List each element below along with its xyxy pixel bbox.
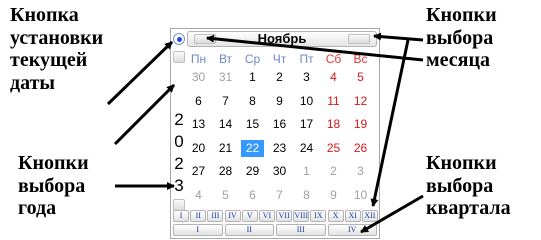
month-button[interactable]: VIII xyxy=(293,210,310,222)
day-cell[interactable]: 25 xyxy=(322,140,345,157)
label-month-buttons: Кнопки выбора месяца xyxy=(426,4,497,71)
day-cell[interactable]: 15 xyxy=(241,116,264,133)
year-strip: 2023 xyxy=(173,51,185,211)
day-cell[interactable]: 4 xyxy=(322,69,345,86)
day-cell[interactable]: 12 xyxy=(349,93,372,110)
day-cell[interactable]: 7 xyxy=(214,93,237,110)
quarter-button[interactable]: I xyxy=(173,224,223,236)
month-button[interactable]: XII xyxy=(361,210,378,222)
day-cell[interactable]: 1 xyxy=(241,69,264,86)
month-button[interactable]: XI xyxy=(344,210,361,222)
label-year-buttons: Кнопки выбора года xyxy=(18,152,89,219)
arrow-to-next-month xyxy=(373,32,424,42)
arrow-to-today-button xyxy=(106,40,174,106)
year-digit: 3 xyxy=(174,176,184,195)
month-button[interactable]: IX xyxy=(310,210,327,222)
weekday-label: Вт xyxy=(218,52,233,66)
day-cell[interactable]: 14 xyxy=(214,116,237,133)
next-month-button[interactable] xyxy=(348,34,370,44)
month-button[interactable]: VII xyxy=(276,210,293,222)
day-cell[interactable]: 19 xyxy=(349,116,372,133)
day-cell[interactable]: 30 xyxy=(268,163,291,180)
day-cell[interactable]: 17 xyxy=(295,116,318,133)
month-button[interactable]: X xyxy=(327,210,344,222)
day-cell[interactable]: 23 xyxy=(268,140,291,157)
quarter-button[interactable]: III xyxy=(276,224,326,236)
month-button[interactable]: III xyxy=(207,210,224,222)
label-today-button: Кнопка установки текущей даты xyxy=(10,4,104,94)
day-cell[interactable]: 5 xyxy=(349,69,372,86)
quarter-button[interactable]: IV xyxy=(327,224,377,236)
weekday-label: Чт xyxy=(272,52,287,66)
day-cell[interactable]: 24 xyxy=(295,140,318,157)
month-button[interactable]: II xyxy=(190,210,207,222)
day-cell[interactable]: 6 xyxy=(241,187,264,204)
arrow-to-prev-year xyxy=(113,83,176,146)
day-cell[interactable]: 8 xyxy=(241,93,264,110)
day-cell[interactable]: 3 xyxy=(295,69,318,86)
day-cell[interactable]: 13 xyxy=(187,116,210,133)
day-cell[interactable]: 7 xyxy=(268,187,291,204)
day-cell[interactable]: 5 xyxy=(214,187,237,204)
weekday-label: Пт xyxy=(299,52,314,66)
quarter-buttons: I II III IV xyxy=(173,224,379,236)
today-button[interactable] xyxy=(173,33,185,45)
weekday-header-row: Пн Вт Ср Чт Пт Сб Вс xyxy=(187,51,379,67)
month-button[interactable]: VI xyxy=(258,210,275,222)
day-cell[interactable]: 10 xyxy=(295,93,318,110)
day-cell[interactable]: 11 xyxy=(322,93,345,110)
weekday-label: Сб xyxy=(325,52,342,66)
day-cell[interactable]: 2 xyxy=(268,69,291,86)
day-cell[interactable]: 4 xyxy=(187,187,210,204)
month-number-buttons: I II III IV V VI VII VIII IX X XI XII xyxy=(173,210,379,222)
day-cell[interactable]: 2 xyxy=(322,163,345,180)
day-cell[interactable]: 21 xyxy=(214,140,237,157)
day-cell[interactable]: 9 xyxy=(322,187,345,204)
day-cell[interactable]: 20 xyxy=(187,140,210,157)
day-cell[interactable]: 27 xyxy=(187,163,210,180)
radio-dot-icon xyxy=(176,36,182,42)
month-button[interactable]: I xyxy=(173,210,190,222)
day-cell[interactable]: 29 xyxy=(241,163,264,180)
month-button[interactable]: IV xyxy=(224,210,241,222)
day-cell[interactable]: 9 xyxy=(268,93,291,110)
day-cell[interactable]: 8 xyxy=(295,187,318,204)
day-cell[interactable]: 26 xyxy=(349,140,372,157)
selected-day-cell[interactable]: 22 xyxy=(241,139,264,157)
day-cell[interactable]: 1 xyxy=(295,163,318,180)
month-button[interactable]: V xyxy=(241,210,258,222)
day-cell[interactable]: 6 xyxy=(187,93,210,110)
weekday-label: Ср xyxy=(244,52,261,66)
month-header: Ноябрь xyxy=(187,31,377,47)
calendar-widget: Ноябрь 2023 Пн Вт Ср Чт Пт Сб Вс 30 31 1 2 3 4 5 6 7 8 9… xyxy=(170,28,380,239)
day-cell[interactable]: 28 xyxy=(214,163,237,180)
day-cell[interactable]: 3 xyxy=(349,163,372,180)
weekday-label: Пн xyxy=(190,52,207,66)
weekday-label: Вс xyxy=(353,52,368,66)
day-cell[interactable]: 16 xyxy=(268,116,291,133)
day-cell[interactable]: 30 xyxy=(187,69,210,86)
year-digit: 2 xyxy=(174,154,184,173)
day-cell[interactable]: 10 xyxy=(349,187,372,204)
quarter-button[interactable]: II xyxy=(224,224,274,236)
year-digit: 0 xyxy=(174,132,184,151)
label-quarter-buttons: Кнопки выбора квартала xyxy=(426,152,511,219)
day-cell[interactable]: 31 xyxy=(214,69,237,86)
prev-year-button[interactable] xyxy=(173,51,185,63)
day-cell[interactable]: 18 xyxy=(322,116,345,133)
year-digit: 2 xyxy=(174,110,184,129)
